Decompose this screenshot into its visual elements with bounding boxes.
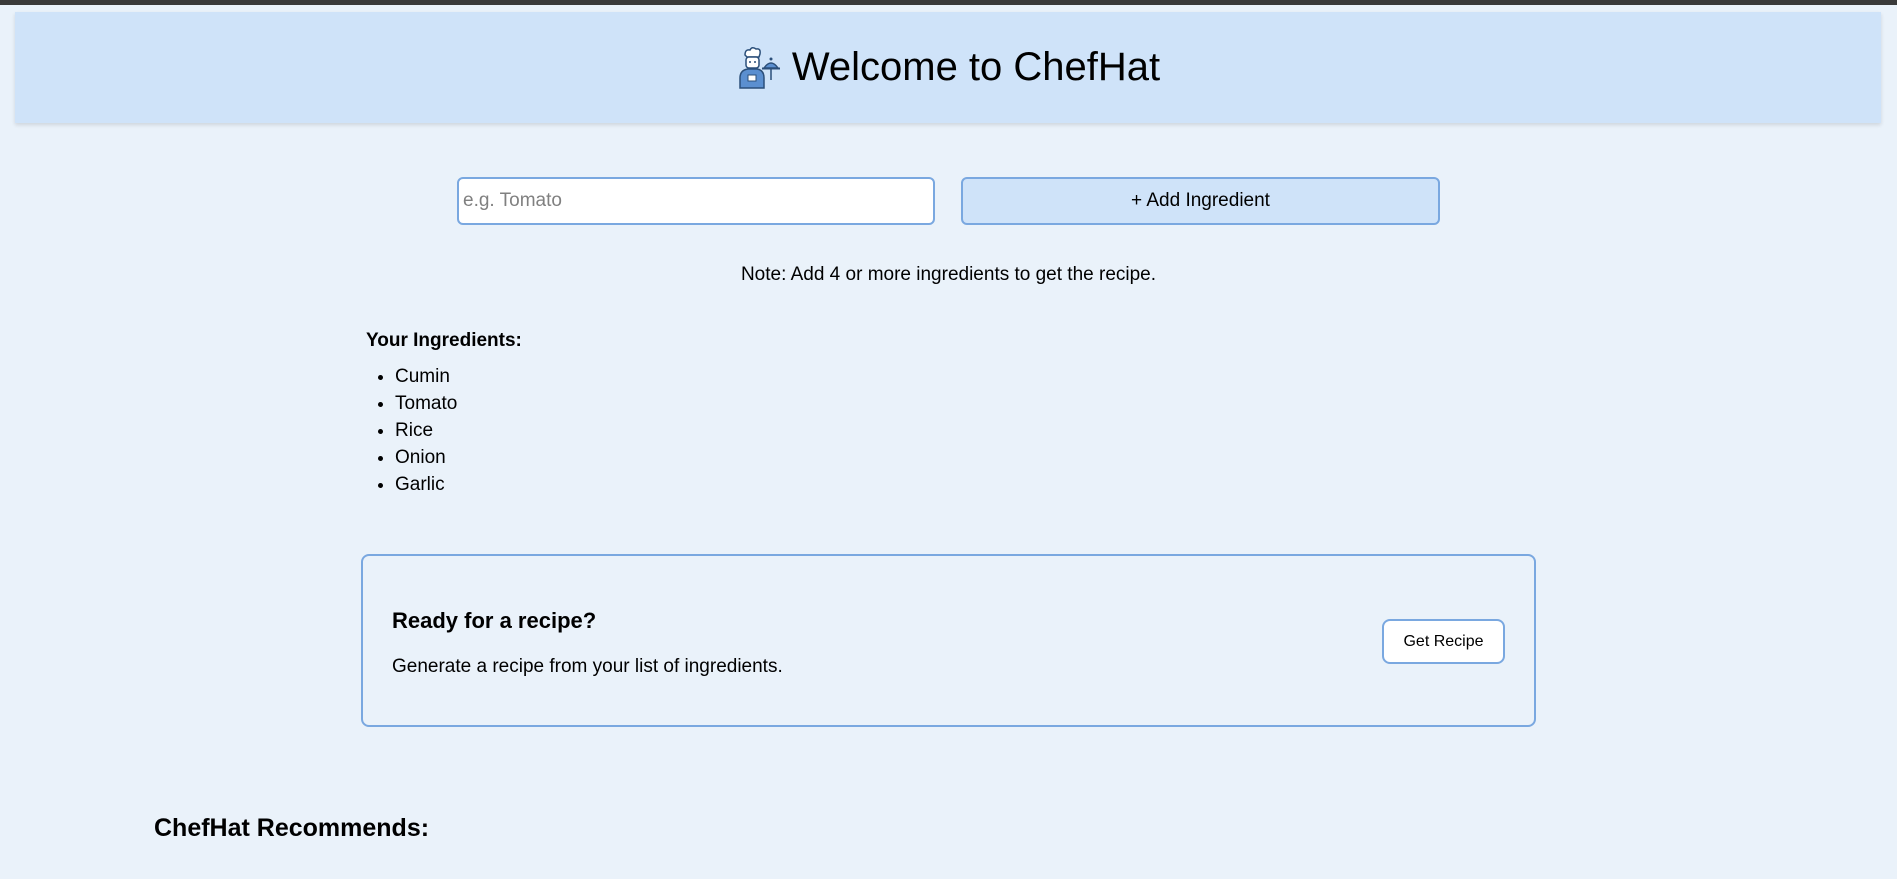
list-item: Garlic xyxy=(395,471,457,498)
recommends-heading: ChefHat Recommends: xyxy=(154,814,430,842)
list-item: Rice xyxy=(395,417,457,444)
recipe-prompt-description: Generate a recipe from your list of ingr… xyxy=(392,656,783,677)
add-ingredient-button[interactable]: + Add Ingredient xyxy=(961,177,1440,225)
header-inner: Welcome to ChefHat xyxy=(736,45,1160,90)
list-item: Onion xyxy=(395,444,457,471)
page-title: Welcome to ChefHat xyxy=(791,45,1161,89)
browser-top-strip xyxy=(0,0,1897,5)
chef-icon xyxy=(736,46,780,90)
ingredients-list: Cumin Tomato Rice Onion Garlic xyxy=(366,363,457,498)
list-item: Cumin xyxy=(395,363,457,390)
ingredient-note: Note: Add 4 or more ingredients to get t… xyxy=(740,264,1157,285)
page-header: Welcome to ChefHat xyxy=(15,12,1881,123)
ingredient-input[interactable] xyxy=(457,177,935,225)
ingredients-heading: Your Ingredients: xyxy=(366,330,522,351)
get-recipe-button[interactable]: Get Recipe xyxy=(1382,619,1505,664)
recipe-prompt-card: Ready for a recipe? Generate a recipe fr… xyxy=(361,554,1536,727)
recipe-prompt-heading: Ready for a recipe? xyxy=(392,608,597,633)
list-item: Tomato xyxy=(395,390,457,417)
